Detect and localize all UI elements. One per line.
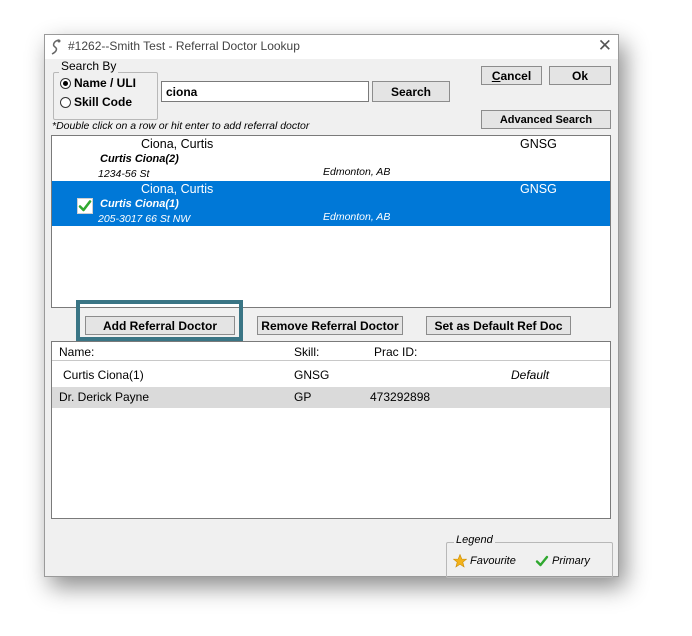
list-header: Name: Skill: Prac ID: — [52, 342, 610, 361]
result-city: Edmonton, AB — [323, 211, 391, 223]
legend-label: Legend — [454, 534, 495, 546]
result-row-selected[interactable]: Ciona, Curtis GNSG Curtis Ciona(1) 205-3… — [52, 181, 610, 226]
row-skill: GP — [294, 390, 312, 404]
header-prac-id: Prac ID: — [374, 345, 418, 359]
result-skill: GNSG — [520, 137, 557, 151]
legend-favourite-label: Favourite — [470, 555, 516, 567]
star-icon — [453, 554, 467, 568]
row-default-badge: Default — [511, 368, 550, 382]
legend-primary-label: Primary — [552, 555, 590, 567]
result-address: 205-3017 66 St NW — [98, 213, 191, 225]
result-row[interactable]: Ciona, Curtis GNSG Curtis Ciona(2) 1234-… — [52, 136, 610, 181]
table-row[interactable]: Curtis Ciona(1) GNSG Default — [52, 365, 610, 386]
cancel-access-key: C — [491, 68, 501, 83]
search-button[interactable]: Search — [372, 81, 450, 102]
row-name: Dr. Derick Payne — [59, 390, 150, 404]
table-row[interactable]: Dr. Derick Payne GP 473292898 — [52, 387, 610, 408]
row-skill: GNSG — [294, 368, 330, 382]
result-name: Ciona, Curtis — [141, 137, 214, 151]
remove-referral-doctor-button[interactable]: Remove Referral Doctor — [257, 316, 403, 335]
result-address: 1234-56 St — [98, 168, 150, 180]
primary-check-icon — [77, 198, 93, 214]
referral-doctor-lookup-dialog: #1262--Smith Test - Referral Doctor Look… — [44, 34, 619, 578]
result-display-name: Curtis Ciona(2) — [100, 153, 179, 165]
instruction-text: *Double click on a row or hit enter to a… — [52, 120, 310, 132]
radio-label-name-uli: Name / ULI — [74, 76, 137, 90]
search-results-list[interactable]: Ciona, Curtis GNSG Curtis Ciona(2) 1234-… — [51, 135, 611, 308]
cancel-label-rest: ancel — [500, 68, 532, 83]
advanced-search-button[interactable]: Advanced Search — [481, 110, 611, 129]
radio-label-skill-code: Skill Code — [74, 95, 133, 109]
result-skill: GNSG — [520, 182, 557, 196]
result-display-name: Curtis Ciona(1) — [100, 198, 179, 210]
cancel-button[interactable]: Cancel — [481, 66, 542, 85]
search-input[interactable] — [161, 81, 369, 102]
radio-button-icon[interactable] — [60, 77, 71, 89]
title-bar: #1262--Smith Test - Referral Doctor Look… — [45, 35, 618, 59]
search-by-label: Search By — [59, 59, 119, 73]
row-prac-id: 473292898 — [370, 390, 431, 404]
header-skill: Skill: — [294, 345, 320, 359]
radio-skill-code[interactable]: Skill Code — [60, 95, 132, 109]
result-name: Ciona, Curtis — [141, 182, 214, 196]
result-city: Edmonton, AB — [323, 166, 391, 178]
set-default-ref-doc-button[interactable]: Set as Default Ref Doc — [426, 316, 571, 335]
check-icon — [535, 555, 549, 567]
radio-name-uli[interactable]: Name / ULI — [60, 76, 136, 90]
row-name: Curtis Ciona(1) — [63, 368, 144, 382]
header-name: Name: — [59, 345, 95, 359]
close-icon[interactable]: ✕ — [598, 36, 612, 56]
add-referral-doctor-button[interactable]: Add Referral Doctor — [85, 316, 235, 335]
window-title: #1262--Smith Test - Referral Doctor Look… — [68, 39, 300, 53]
radio-button-icon[interactable] — [60, 96, 71, 108]
app-icon — [51, 39, 61, 55]
legend-favourite: Favourite — [453, 554, 516, 568]
ok-button[interactable]: Ok — [549, 66, 611, 85]
referral-doctor-list[interactable]: Name: Skill: Prac ID: Curtis Ciona(1) GN… — [51, 341, 611, 519]
legend-primary: Primary — [535, 554, 590, 568]
